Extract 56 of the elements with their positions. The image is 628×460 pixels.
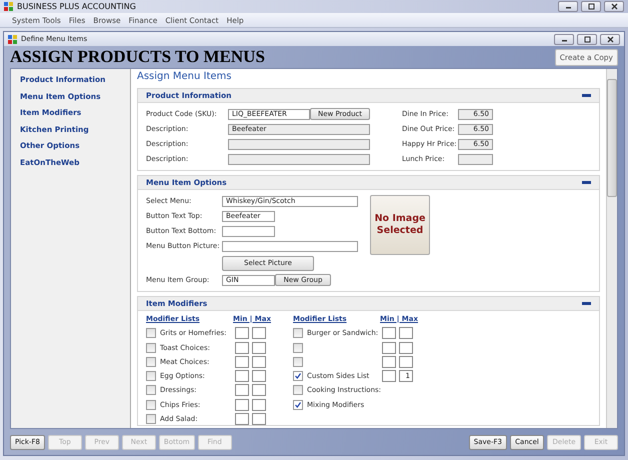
min-field[interactable] <box>382 342 396 354</box>
checkbox[interactable] <box>146 385 156 396</box>
checkbox[interactable] <box>293 356 303 367</box>
image-button[interactable]: No Image Selected <box>370 195 430 255</box>
min-field[interactable] <box>235 398 249 411</box>
restore-icon <box>582 36 592 42</box>
min-field[interactable] <box>235 384 249 396</box>
checkbox[interactable] <box>293 385 303 396</box>
maximize-icon <box>586 3 596 10</box>
close-button[interactable] <box>604 1 624 12</box>
min-field[interactable] <box>235 370 249 382</box>
content-title: Assign Menu Items <box>137 71 233 82</box>
max-field[interactable] <box>252 413 266 426</box>
max-field[interactable] <box>399 356 413 368</box>
minimize-button[interactable] <box>554 34 574 44</box>
min-field[interactable] <box>382 370 396 382</box>
checkbox[interactable] <box>293 371 303 382</box>
checkbox[interactable] <box>146 328 156 338</box>
checkbox[interactable] <box>293 342 303 353</box>
min-field[interactable] <box>235 413 249 426</box>
restore-button[interactable] <box>577 34 597 44</box>
scrollbar[interactable] <box>606 69 617 428</box>
max-field[interactable] <box>252 384 266 396</box>
max-field[interactable] <box>252 370 266 382</box>
min-field[interactable] <box>235 342 249 354</box>
checkbox[interactable] <box>146 400 156 410</box>
checkbox[interactable] <box>146 414 156 424</box>
close-icon <box>610 3 618 10</box>
page-title: ASSIGN PRODUCTS TO MENUS <box>10 47 265 67</box>
min-field[interactable] <box>382 327 396 340</box>
app-title: BUSINESS PLUS ACCOUNTING <box>17 2 136 11</box>
min-field[interactable] <box>235 327 249 340</box>
checkbox[interactable] <box>293 400 303 410</box>
app-logo-icon <box>4 2 13 11</box>
checkbox[interactable] <box>293 328 303 338</box>
text-field[interactable] <box>228 138 370 150</box>
minimize-button[interactable] <box>558 1 578 12</box>
checkbox[interactable] <box>146 356 156 367</box>
min-field[interactable] <box>235 356 249 368</box>
app-logo-icon <box>8 34 17 44</box>
checkbox[interactable] <box>146 342 156 353</box>
max-field[interactable] <box>252 342 266 354</box>
max-field[interactable] <box>399 327 413 340</box>
close-icon <box>606 36 614 42</box>
price-field[interactable] <box>458 154 493 164</box>
text-field[interactable] <box>222 240 358 252</box>
max-field[interactable] <box>252 356 266 368</box>
checkbox[interactable] <box>146 371 156 382</box>
text-field[interactable] <box>228 154 370 164</box>
max-field[interactable] <box>252 327 266 340</box>
maximize-button[interactable] <box>581 1 601 12</box>
text-field[interactable] <box>222 226 275 236</box>
min-field[interactable] <box>382 356 396 368</box>
max-field[interactable] <box>399 342 413 354</box>
close-button[interactable] <box>600 34 620 44</box>
max-field[interactable] <box>252 398 266 411</box>
